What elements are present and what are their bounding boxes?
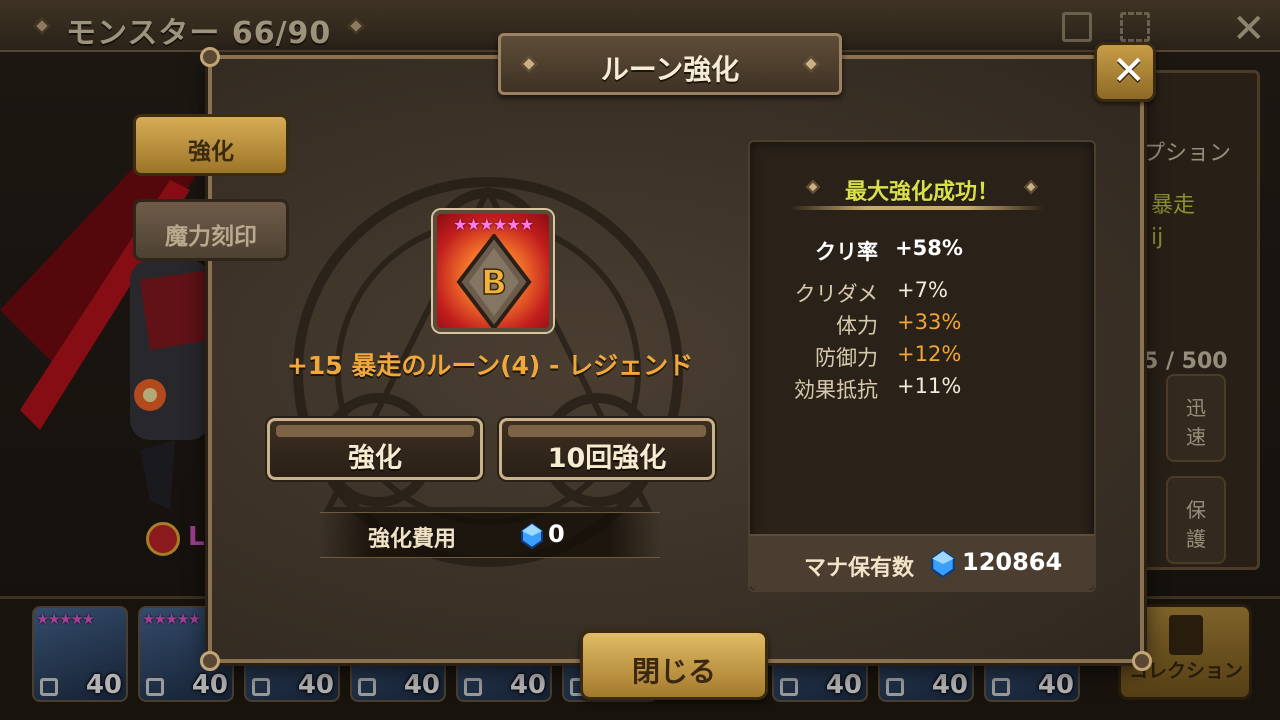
main-stat-value: +58% <box>895 236 963 260</box>
tab-magic-engrave[interactable]: 魔力刻印 <box>133 199 289 261</box>
sub-stat-value: +12% <box>897 342 962 366</box>
close-button[interactable]: 閉じる <box>580 630 768 700</box>
close-button-label: 閉じる <box>631 655 716 688</box>
sub-stat-value: +7% <box>897 278 948 302</box>
dialog-title-plate: ルーン強化 <box>498 33 842 95</box>
main-stat-name: クリ率 <box>815 240 878 264</box>
corner-ornament-icon <box>200 651 220 671</box>
sub-stat-row: 体力 +33% <box>750 310 1098 340</box>
sub-stat-name: 効果抵抗 <box>794 378 878 402</box>
dialog-title: ルーン強化 <box>600 53 740 86</box>
enhance-button[interactable]: 強化 <box>267 418 483 480</box>
main-stat-row: クリ率 +58% <box>750 236 1098 266</box>
mana-balance-label: マナ保有数 <box>804 556 915 581</box>
enhance-result-panel: 最大強化成功！ クリ率 +58% クリダメ +7% 体力 +33% 防御力 +12% 効果抵… <box>748 140 1096 592</box>
max-enhance-success-text: 最大強化成功！ <box>844 180 999 205</box>
close-icon: ✕ <box>1112 48 1146 94</box>
enhance-10x-button-label: 10回強化 <box>547 443 667 474</box>
mana-crystal-icon <box>931 550 955 578</box>
rune-name: +15 暴走のルーン(4) - レジェンド <box>286 351 694 380</box>
tab-enhance-label: 強化 <box>188 139 234 165</box>
rune-star-rating: ★★★★★★ <box>452 215 534 234</box>
sub-stat-name: 防御力 <box>815 346 878 370</box>
enhance-cost-bar: 強化費用 0 <box>320 512 660 558</box>
divider <box>790 206 1044 210</box>
tab-magic-engrave-label: 魔力刻印 <box>165 224 257 250</box>
enhance-cost-value: 0 <box>548 520 565 548</box>
enhance-cost-label: 強化費用 <box>368 527 457 552</box>
tab-enhance[interactable]: 強化 <box>133 114 289 176</box>
sub-stat-name: 体力 <box>836 314 878 338</box>
mana-balance-bar: マナ保有数 120864 <box>750 534 1094 590</box>
corner-ornament-icon <box>1132 651 1152 671</box>
rune-card[interactable]: ★★★★★★ B <box>433 210 553 332</box>
sub-stat-row: 効果抵抗 +11% <box>750 374 1098 404</box>
rune-slot-glyph: B <box>481 263 507 303</box>
corner-ornament-icon <box>200 47 220 67</box>
sub-stat-name: クリダメ <box>794 282 878 306</box>
rune-slot-icon: B <box>456 234 532 328</box>
enhance-10x-button[interactable]: 10回強化 <box>499 418 715 480</box>
mana-balance-value: 120864 <box>962 548 1063 576</box>
sub-stat-row: 防御力 +12% <box>750 342 1098 372</box>
dialog-close-button[interactable]: ✕ <box>1094 42 1156 102</box>
sub-stat-value: +33% <box>897 310 962 334</box>
sub-stat-row: クリダメ +7% <box>750 278 1098 308</box>
enhance-button-label: 強化 <box>348 443 402 474</box>
sub-stat-value: +11% <box>897 374 962 398</box>
mana-crystal-icon <box>521 523 543 549</box>
